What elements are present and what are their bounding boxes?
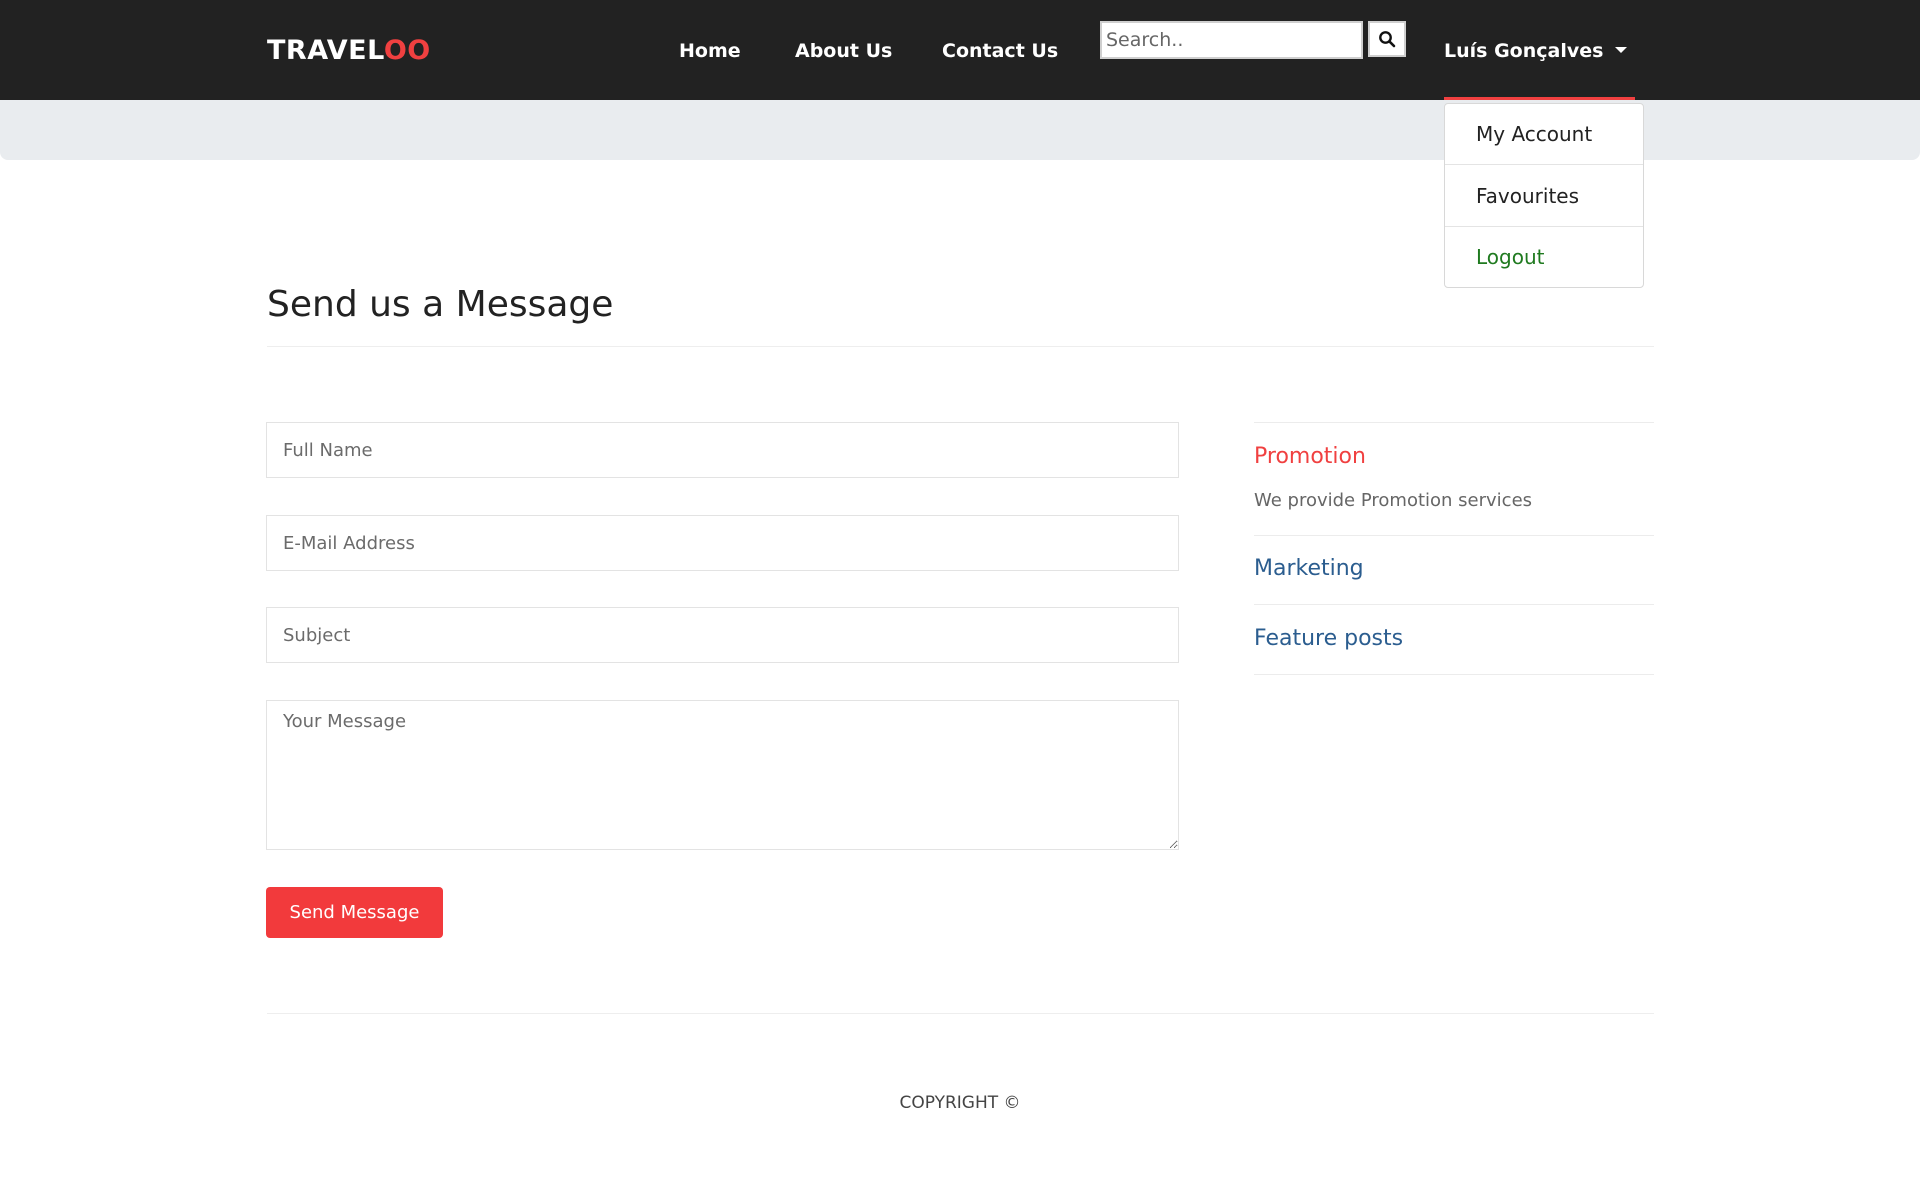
brand-logo[interactable]: TRAVELOO bbox=[267, 36, 431, 66]
full-name-field[interactable] bbox=[266, 422, 1179, 478]
search-button[interactable] bbox=[1368, 21, 1406, 57]
top-navbar: TRAVELOO Home About Us Contact Us Luís G… bbox=[0, 0, 1920, 100]
page-title: Send us a Message bbox=[267, 284, 614, 325]
search-input[interactable] bbox=[1100, 21, 1363, 59]
feature-posts-title[interactable]: Feature posts bbox=[1254, 625, 1403, 653]
message-textarea[interactable] bbox=[266, 700, 1179, 850]
menu-item-my-account[interactable]: My Account bbox=[1445, 104, 1643, 165]
copyright-text: COPYRIGHT © bbox=[899, 1093, 1021, 1113]
menu-item-logout[interactable]: Logout bbox=[1445, 227, 1643, 288]
title-divider bbox=[267, 346, 1654, 347]
user-dropdown-menu: My Account Favourites Logout bbox=[1444, 103, 1644, 288]
subject-field[interactable] bbox=[266, 607, 1179, 663]
info-divider bbox=[1254, 535, 1654, 536]
user-menu-toggle[interactable]: Luís Gonçalves bbox=[1444, 37, 1628, 65]
menu-item-favourites[interactable]: Favourites bbox=[1445, 166, 1643, 227]
user-name: Luís Gonçalves bbox=[1444, 40, 1604, 62]
brand-logo-part2: OO bbox=[383, 35, 431, 66]
promotion-description: We provide Promotion services bbox=[1254, 490, 1533, 511]
caret-down-icon bbox=[1615, 47, 1628, 53]
email-field[interactable] bbox=[266, 515, 1179, 571]
promotion-title[interactable]: Promotion bbox=[1254, 443, 1366, 471]
nav-link-about-us[interactable]: About Us bbox=[795, 39, 892, 63]
info-divider bbox=[1254, 422, 1654, 423]
info-divider bbox=[1254, 604, 1654, 605]
nav-link-contact-us[interactable]: Contact Us bbox=[942, 39, 1058, 63]
nav-link-home[interactable]: Home bbox=[679, 39, 741, 63]
footer-divider bbox=[267, 1013, 1654, 1014]
info-divider bbox=[1254, 674, 1654, 675]
brand-logo-part1: TRAVEL bbox=[267, 35, 384, 66]
search-icon bbox=[1379, 31, 1396, 48]
marketing-title[interactable]: Marketing bbox=[1254, 555, 1364, 583]
send-message-button[interactable]: Send Message bbox=[266, 887, 443, 938]
